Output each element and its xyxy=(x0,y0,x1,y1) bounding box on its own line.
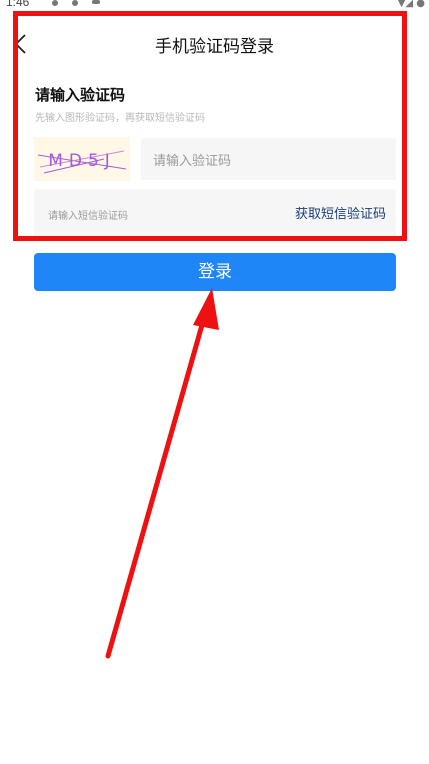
section-title: 请输入验证码 xyxy=(35,86,126,104)
captcha-graphic: MD5J xyxy=(37,150,127,174)
login-button[interactable]: 登录 xyxy=(34,253,396,291)
captcha-input[interactable]: 请输入验证码 xyxy=(141,138,396,180)
status-time: 1:46 xyxy=(6,0,30,9)
notification-icon xyxy=(72,0,78,6)
sms-input-row: 请输入短信验证码 获取短信验证码 xyxy=(34,189,396,237)
captcha-text: MD5J xyxy=(48,151,116,171)
notification-icon xyxy=(52,0,58,6)
status-bar: 1:46 ▼◢ ● xyxy=(0,0,429,12)
notification-icon xyxy=(92,0,100,4)
captcha-input-placeholder: 请输入验证码 xyxy=(153,154,232,169)
sms-code-input[interactable]: 请输入短信验证码 xyxy=(34,189,274,237)
sms-input-placeholder: 请输入短信验证码 xyxy=(48,211,128,222)
get-sms-code-button[interactable]: 获取短信验证码 xyxy=(295,203,386,222)
section-hint: 先输入图形验证码，再获取短信验证码 xyxy=(35,113,205,124)
battery-icon: ▼◢ ● xyxy=(397,0,425,9)
captcha-image[interactable]: MD5J xyxy=(34,137,130,181)
page-title: 手机验证码登录 xyxy=(155,37,274,57)
nav-bar: 手机验证码登录 xyxy=(0,18,429,70)
